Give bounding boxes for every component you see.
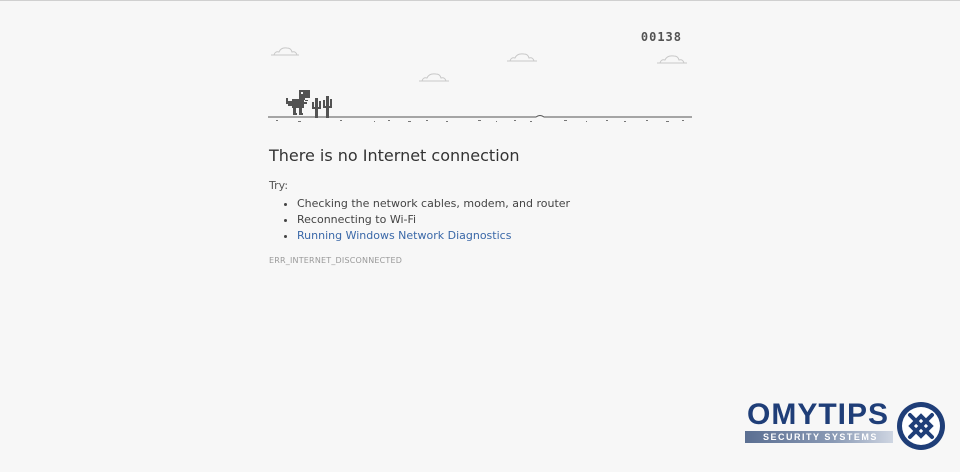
suggestion-item: Running Windows Network Diagnostics [297,228,709,244]
try-label: Try: [269,179,289,192]
brand-name: OMYTIPS [747,398,890,431]
suggestion-item: Reconnecting to Wi-Fi [297,212,709,228]
error-title: There is no Internet connection [269,146,520,165]
cloud-icon [507,53,537,62]
watermark-logo: OMYTIPS SECURITY SYSTEMS [745,400,950,456]
cloud-icon [419,73,449,82]
game-score: 00138 [640,30,682,44]
dinosaur-icon [286,90,310,115]
cloud-icon [271,47,299,56]
dino-game-canvas[interactable]: 00138 [268,28,692,128]
network-diagnostics-link[interactable]: Running Windows Network Diagnostics [297,229,511,242]
error-content: There is no Internet connection Try: Che… [269,146,709,265]
suggestion-item: Checking the network cables, modem, and … [297,196,709,212]
error-code: ERR_INTERNET_DISCONNECTED [269,256,403,265]
cactus-icon [312,96,332,118]
top-border [0,0,960,1]
brand-tagline: SECURITY SYSTEMS [763,432,878,442]
brand-emblem-icon [897,402,945,450]
suggestion-list: Checking the network cables, modem, and … [269,196,709,244]
cloud-icon [657,55,687,64]
